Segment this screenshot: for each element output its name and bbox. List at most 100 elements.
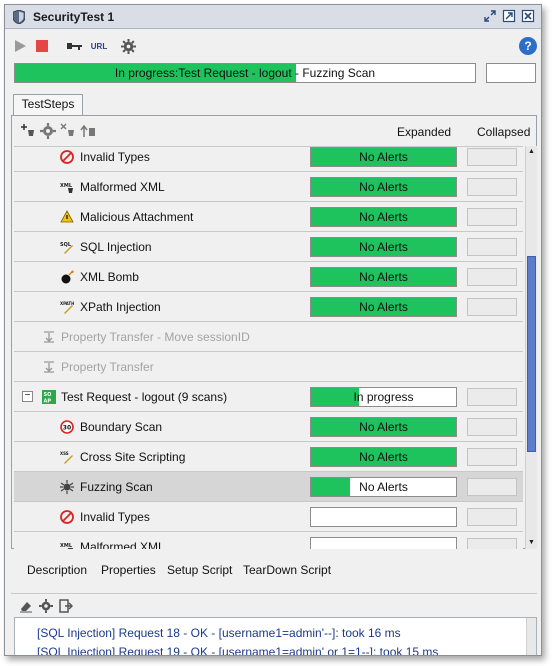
scan-row[interactable]: SQL SQL Injection No Alerts — [14, 232, 523, 262]
xml-icon: XML — [60, 543, 73, 549]
scan-label: Property Transfer - Move sessionID — [61, 330, 250, 344]
scan-label: Malicious Attachment — [80, 210, 194, 224]
endpoint-button[interactable] — [65, 37, 85, 55]
fuzzing-icon — [60, 480, 74, 494]
scan-row[interactable]: Fuzzing Scan No Alerts — [14, 472, 523, 502]
scan-label: Cross Site Scripting — [80, 450, 186, 464]
teststeps-toolbar: Expanded Collapsed — [12, 116, 536, 144]
scan-status — [311, 538, 456, 549]
overall-progress-bar: In progress:Test Request - logout - Fuzz… — [14, 63, 476, 83]
scan-progress-bar: No Alerts — [310, 477, 457, 497]
scroll-up-icon[interactable]: ▲ — [526, 146, 537, 158]
scan-row[interactable]: XML Malformed XML — [14, 532, 523, 549]
vertical-scrollbar[interactable]: ▲ ▼ — [525, 146, 537, 549]
log-scrollbar[interactable] — [526, 618, 536, 655]
collapsed-column-header: Collapsed — [477, 125, 531, 139]
collapsed-status-box — [467, 388, 517, 406]
scan-label: Malformed XML — [80, 180, 165, 194]
scan-label: Invalid Types — [80, 510, 150, 524]
collapse-toggle[interactable]: − — [22, 391, 33, 402]
help-icon: ? — [524, 39, 532, 53]
scan-row[interactable]: XML Malformed XML No Alerts — [14, 172, 523, 202]
svg-text:XSS: XSS — [60, 451, 69, 456]
eraser-icon[interactable] — [19, 599, 33, 613]
tab-description[interactable]: Description — [27, 563, 87, 577]
collapsed-status-box — [467, 478, 517, 496]
scan-status — [311, 508, 456, 526]
scan-status: In progress — [353, 390, 414, 404]
scan-label: SQL Injection — [80, 240, 152, 254]
log-line: [SQL Injection] Request 18 - OK - [usern… — [37, 626, 401, 640]
scan-label: XPath Injection — [80, 300, 161, 314]
tab-properties[interactable]: Properties — [101, 563, 156, 577]
scan-row[interactable]: Property Transfer — [14, 352, 523, 382]
boundary-icon: 30 — [60, 420, 74, 434]
scan-progress-bar: No Alerts — [310, 267, 457, 287]
help-button[interactable]: ? — [519, 37, 537, 55]
gear-icon[interactable] — [40, 123, 56, 139]
scan-row[interactable]: − SO AP Test Request - logout (9 scans) In p… — [14, 382, 523, 412]
collapsed-status-box — [467, 178, 517, 196]
scan-row[interactable]: Property Transfer - Move sessionID — [14, 322, 523, 352]
xml-icon: XML — [60, 183, 73, 193]
progress-label: In progress:Test Request - logout - Fuzz… — [114, 66, 376, 80]
scan-progress-bar: No Alerts — [310, 237, 457, 257]
scan-status: No Alerts — [359, 450, 408, 464]
tab-teardown-script[interactable]: TearDown Script — [243, 563, 331, 577]
scan-status: No Alerts — [359, 180, 408, 194]
scan-progress-bar: No Alerts — [310, 177, 457, 197]
key-icon — [67, 43, 82, 50]
options-button[interactable] — [119, 37, 137, 55]
scroll-thumb[interactable] — [527, 256, 536, 452]
play-icon — [15, 40, 26, 52]
close-icon[interactable] — [521, 9, 535, 23]
collapsed-status-box — [467, 238, 517, 256]
collapsed-status-box — [467, 298, 517, 316]
scan-progress-bar: In progress — [310, 387, 457, 407]
gear-icon[interactable] — [39, 599, 53, 613]
title-bar: SecurityTest 1 — [5, 5, 541, 29]
scroll-down-icon[interactable]: ▼ — [526, 537, 537, 549]
scan-progress-bar: No Alerts — [310, 297, 457, 317]
scan-list: Invalid Types No Alerts XML Malformed XML No… — [14, 146, 523, 549]
xss-icon: XSS — [60, 451, 73, 464]
scan-status: No Alerts — [359, 480, 408, 494]
scan-status: No Alerts — [359, 420, 408, 434]
svg-text:AP: AP — [44, 399, 52, 405]
scan-row[interactable]: Malicious Attachment No Alerts — [14, 202, 523, 232]
move-scan-icon[interactable] — [80, 123, 96, 139]
soap-request-icon: SOAP — [42, 390, 56, 404]
url-button[interactable]: URL — [89, 37, 109, 55]
no-entry-icon — [60, 150, 74, 164]
scan-row[interactable]: XPATH XPath Injection No Alerts — [14, 292, 523, 322]
add-scan-icon[interactable] — [20, 123, 36, 139]
scan-status: No Alerts — [359, 150, 408, 164]
shrink-icon[interactable] — [483, 9, 497, 23]
collapsed-status-box — [467, 418, 517, 436]
remove-scan-icon[interactable] — [60, 123, 76, 139]
tab-setup-script[interactable]: Setup Script — [167, 563, 232, 577]
main-toolbar: URL ? — [5, 31, 541, 61]
stop-button[interactable] — [33, 37, 51, 55]
xpath-icon: XPATH — [60, 301, 74, 314]
scan-row[interactable]: XSS Cross Site Scripting No Alerts — [14, 442, 523, 472]
log-toolbar — [11, 593, 537, 617]
sql-icon: SQL — [60, 242, 73, 254]
scan-label: XML Bomb — [80, 270, 139, 284]
collapsed-status-box — [467, 268, 517, 286]
scan-status: No Alerts — [359, 300, 408, 314]
scan-progress-bar: No Alerts — [310, 417, 457, 437]
tab-teststeps[interactable]: TestSteps — [13, 94, 83, 115]
scan-row[interactable]: Invalid Types — [14, 502, 523, 532]
export-icon[interactable] — [59, 599, 73, 613]
maximize-icon[interactable] — [502, 9, 516, 23]
run-button[interactable] — [11, 37, 29, 55]
security-log[interactable]: [SQL Injection] Request 18 - OK - [usern… — [14, 617, 537, 655]
shield-icon — [13, 10, 25, 24]
scan-row[interactable]: Invalid Types No Alerts — [14, 147, 523, 172]
gear-icon — [120, 38, 136, 54]
scan-row[interactable]: XML Bomb No Alerts — [14, 262, 523, 292]
teststeps-panel: Expanded Collapsed Invalid Types No Alert… — [11, 115, 537, 549]
scan-label: Boundary Scan — [80, 420, 163, 434]
scan-row[interactable]: 30 Boundary Scan No Alerts — [14, 412, 523, 442]
